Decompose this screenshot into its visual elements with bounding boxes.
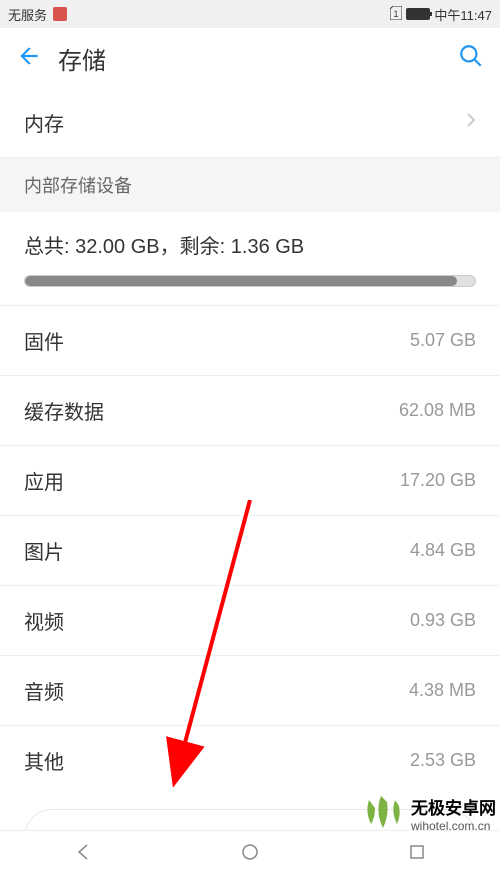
storage-row[interactable]: 视频 0.93 GB xyxy=(0,586,500,656)
storage-row-label: 其他 xyxy=(24,746,64,775)
storage-row-label: 图片 xyxy=(24,536,64,565)
remaining-value: 1.36 GB xyxy=(231,236,304,258)
watermark-main: 无极安卓网 xyxy=(411,799,496,819)
storage-row[interactable]: 应用 17.20 GB xyxy=(0,446,500,516)
search-icon[interactable] xyxy=(458,43,484,74)
nav-home-button[interactable] xyxy=(240,842,260,867)
battery-icon xyxy=(406,8,430,20)
nav-bar xyxy=(0,830,500,878)
watermark-text: 无极安卓网 wjhotel.com.cn xyxy=(411,799,496,834)
status-left: 无服务 xyxy=(8,5,67,24)
chevron-right-icon xyxy=(466,112,476,133)
status-bar: 无服务 1 中午11:47 xyxy=(0,0,500,28)
remaining-label: 剩余: xyxy=(180,236,231,258)
content-area: 内存 内部存储设备 总共: 32.00 GB，剩余: 1.36 GB 固件 5.0… xyxy=(0,88,500,886)
storage-row-value: 0.93 GB xyxy=(410,610,476,631)
storage-row-label: 缓存数据 xyxy=(24,396,104,425)
status-time: 中午11:47 xyxy=(434,5,492,24)
nav-back-button[interactable] xyxy=(73,842,93,867)
storage-row-value: 5.07 GB xyxy=(410,330,476,351)
storage-row-value: 2.53 GB xyxy=(410,750,476,771)
storage-row-value: 4.38 MB xyxy=(409,680,476,701)
section-header: 内部存储设备 xyxy=(0,158,500,212)
storage-row-label: 固件 xyxy=(24,326,64,355)
storage-row[interactable]: 其他 2.53 GB xyxy=(0,726,500,795)
storage-summary-text: 总共: 32.00 GB，剩余: 1.36 GB xyxy=(24,236,304,258)
progress-container xyxy=(0,267,500,306)
storage-row-label: 视频 xyxy=(24,606,64,635)
sim-icon: 1 xyxy=(390,6,402,23)
status-right: 1 中午11:47 xyxy=(390,5,492,24)
storage-row-value: 17.20 GB xyxy=(400,470,476,491)
page-title: 存储 xyxy=(58,41,106,76)
storage-row[interactable]: 图片 4.84 GB xyxy=(0,516,500,586)
storage-row[interactable]: 音频 4.38 MB xyxy=(0,656,500,726)
total-value: 32.00 GB xyxy=(75,236,160,258)
app-header: 存储 xyxy=(0,28,500,88)
header-left: 存储 xyxy=(16,41,106,76)
nav-recent-button[interactable] xyxy=(407,842,427,867)
storage-row-label: 应用 xyxy=(24,466,64,495)
total-label: 总共: xyxy=(24,236,75,258)
storage-row-value: 62.08 MB xyxy=(399,400,476,421)
memory-label: 内存 xyxy=(24,108,64,137)
storage-row[interactable]: 固件 5.07 GB xyxy=(0,306,500,376)
carrier-icon xyxy=(53,7,67,21)
storage-progress-bar xyxy=(24,275,476,287)
storage-list: 固件 5.07 GB 缓存数据 62.08 MB 应用 17.20 GB 图片 4.84 GB… xyxy=(0,306,500,795)
carrier-text: 无服务 xyxy=(8,5,47,24)
memory-row[interactable]: 内存 xyxy=(0,88,500,158)
storage-row[interactable]: 缓存数据 62.08 MB xyxy=(0,376,500,446)
svg-text:1: 1 xyxy=(394,9,399,19)
storage-summary: 总共: 32.00 GB，剩余: 1.36 GB xyxy=(0,212,500,267)
separator: ， xyxy=(160,236,180,258)
storage-row-value: 4.84 GB xyxy=(410,540,476,561)
back-icon[interactable] xyxy=(16,43,42,74)
storage-progress-fill xyxy=(25,276,457,286)
storage-row-label: 音频 xyxy=(24,676,64,705)
